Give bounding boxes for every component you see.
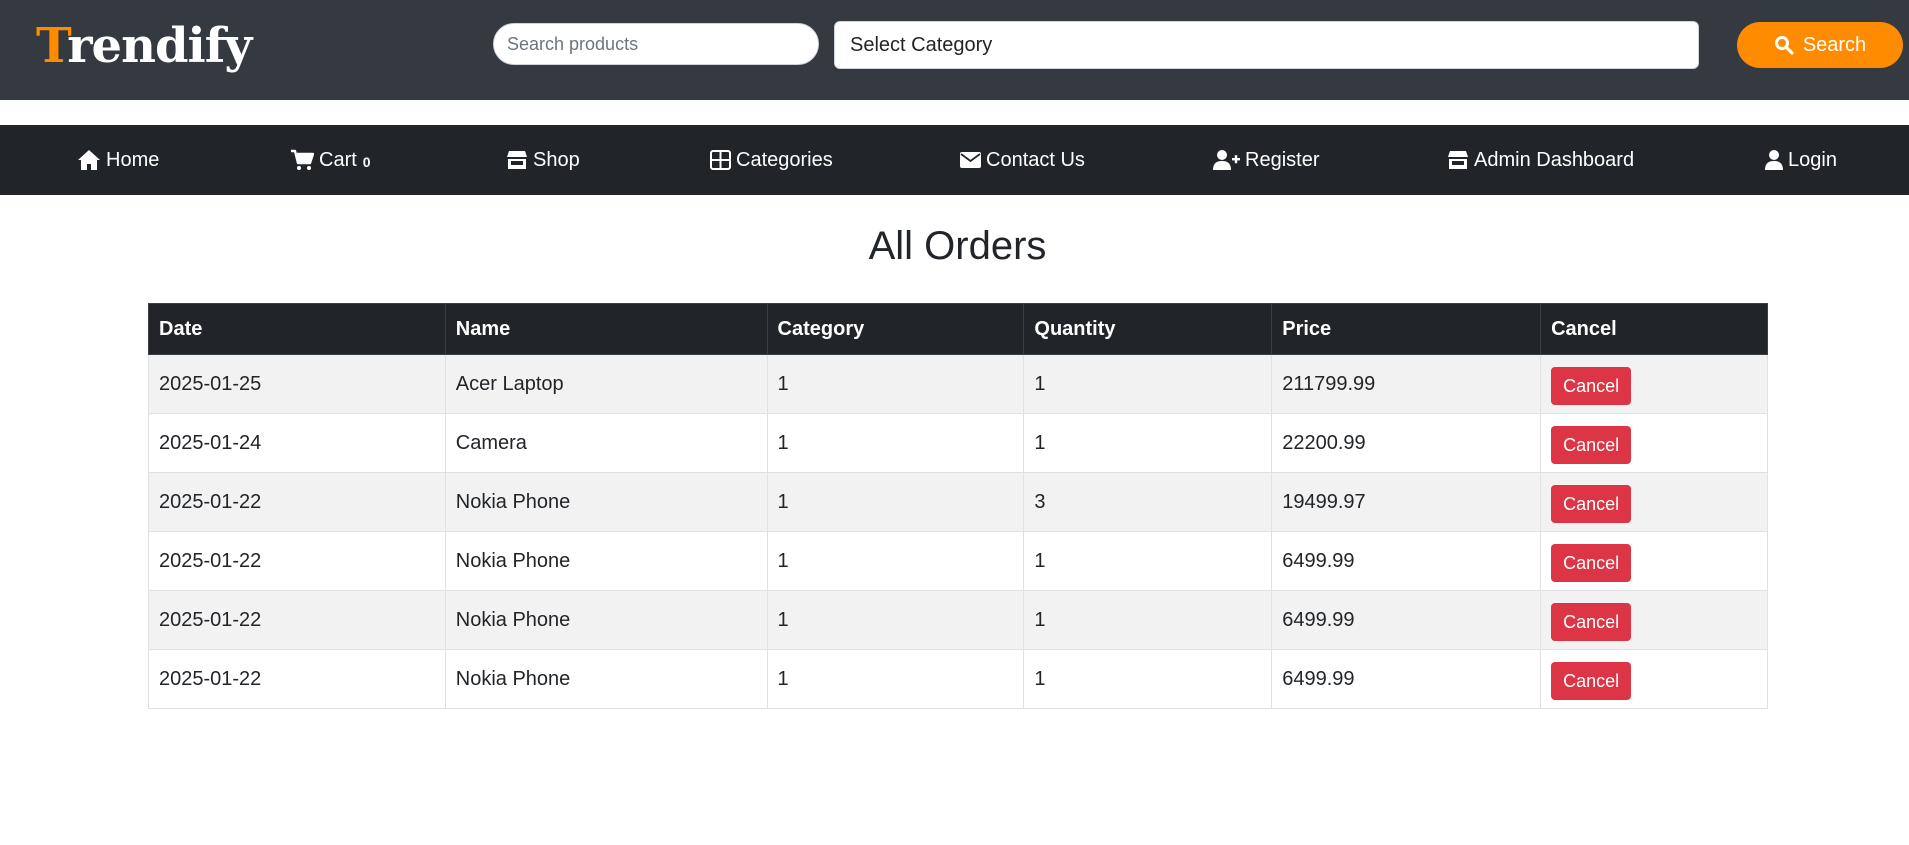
cancel-order-button[interactable]: Cancel: [1551, 662, 1632, 700]
shop-icon: [506, 149, 528, 171]
nav-categories-label: Categories: [736, 148, 833, 171]
nav-login-label: Login: [1788, 148, 1837, 171]
cell-category: 1: [766, 354, 1025, 414]
table-row: 2025-01-22 Nokia Phone 1 3 19499.97 Canc…: [148, 472, 1768, 532]
nav-shop-label: Shop: [533, 148, 580, 171]
cell-quantity: 1: [1023, 413, 1273, 473]
column-header-quantity: Quantity: [1023, 303, 1273, 355]
cancel-order-button[interactable]: Cancel: [1551, 426, 1632, 464]
top-header: Trendify Select Category Search: [0, 0, 1909, 100]
cell-cancel: Cancel: [1540, 413, 1768, 473]
nav-home-label: Home: [106, 148, 160, 171]
table-row: 2025-01-25 Acer Laptop 1 1 211799.99 Can…: [148, 354, 1768, 414]
cancel-order-button[interactable]: Cancel: [1551, 485, 1632, 523]
nav-home[interactable]: Home: [77, 125, 159, 195]
page-title: All Orders: [868, 224, 1047, 268]
cancel-order-button[interactable]: Cancel: [1551, 603, 1632, 641]
logo[interactable]: Trendify: [36, 16, 252, 76]
cell-price: 22200.99: [1271, 413, 1542, 473]
categories-icon: [710, 150, 731, 170]
cell-category: 1: [766, 649, 1025, 709]
table-row: 2025-01-24 Camera 1 1 22200.99 Cancel: [148, 413, 1768, 473]
cell-name: Nokia Phone: [444, 649, 768, 709]
cell-name: Nokia Phone: [444, 590, 768, 650]
table-row: 2025-01-22 Nokia Phone 1 1 6499.99 Cance…: [148, 531, 1768, 591]
cell-quantity: 1: [1023, 531, 1273, 591]
table-row: 2025-01-22 Nokia Phone 1 1 6499.99 Cance…: [148, 649, 1768, 709]
table-row: 2025-01-22 Nokia Phone 1 1 6499.99 Cance…: [148, 590, 1768, 650]
nav-cart-label: Cart: [319, 148, 357, 171]
nav-cart[interactable]: Cart 0: [290, 125, 371, 195]
logo-initial: T: [36, 18, 68, 74]
nav-categories[interactable]: Categories: [710, 125, 833, 195]
cell-date: 2025-01-22: [148, 590, 446, 650]
orders-table: Date Name Category Quantity Price Cancel…: [148, 303, 1768, 709]
store-icon: [1447, 149, 1469, 171]
cell-name: Nokia Phone: [444, 531, 768, 591]
cell-date: 2025-01-25: [148, 354, 446, 414]
column-header-date: Date: [148, 303, 446, 355]
user-plus-icon: [1213, 149, 1240, 171]
cell-name: Acer Laptop: [444, 354, 768, 414]
column-header-category: Category: [766, 303, 1025, 355]
cell-category: 1: [766, 531, 1025, 591]
cell-cancel: Cancel: [1540, 354, 1768, 414]
search-button[interactable]: Search: [1737, 22, 1903, 68]
cell-date: 2025-01-22: [148, 531, 446, 591]
cell-cancel: Cancel: [1540, 649, 1768, 709]
home-icon: [77, 149, 101, 171]
cart-icon: [290, 149, 314, 171]
cell-price: 19499.97: [1271, 472, 1542, 532]
logo-text: rendify: [67, 18, 252, 74]
nav-shop[interactable]: Shop: [506, 125, 580, 195]
nav-register[interactable]: Register: [1213, 125, 1319, 195]
table-header-row: Date Name Category Quantity Price Cancel: [148, 303, 1768, 355]
cancel-order-button[interactable]: Cancel: [1551, 367, 1632, 405]
cell-price: 6499.99: [1271, 531, 1542, 591]
cell-category: 1: [766, 590, 1025, 650]
cell-quantity: 3: [1023, 472, 1273, 532]
cell-price: 6499.99: [1271, 649, 1542, 709]
cart-count-badge: 0: [362, 154, 371, 170]
cell-date: 2025-01-22: [148, 472, 446, 532]
cell-price: 211799.99: [1271, 354, 1542, 414]
column-header-name: Name: [444, 303, 768, 355]
cell-name: Nokia Phone: [444, 472, 768, 532]
search-icon: [1774, 35, 1794, 55]
column-header-cancel: Cancel: [1540, 303, 1768, 355]
cell-quantity: 1: [1023, 354, 1273, 414]
nav-admin-label: Admin Dashboard: [1474, 148, 1635, 171]
nav-register-label: Register: [1245, 148, 1320, 171]
cell-date: 2025-01-24: [148, 413, 446, 473]
nav-contact-label: Contact Us: [986, 148, 1085, 171]
cell-category: 1: [766, 413, 1025, 473]
cancel-order-button[interactable]: Cancel: [1551, 544, 1632, 582]
cell-cancel: Cancel: [1540, 531, 1768, 591]
cell-price: 6499.99: [1271, 590, 1542, 650]
category-select[interactable]: Select Category: [834, 21, 1699, 69]
cell-quantity: 1: [1023, 590, 1273, 650]
cell-cancel: Cancel: [1540, 590, 1768, 650]
envelope-icon: [960, 152, 981, 168]
nav-login[interactable]: Login: [1765, 125, 1837, 195]
nav-contact[interactable]: Contact Us: [960, 125, 1085, 195]
search-input[interactable]: [493, 23, 819, 65]
cell-date: 2025-01-22: [148, 649, 446, 709]
cell-name: Camera: [444, 413, 768, 473]
main-navbar: Home Cart 0 Shop Categories Contact Us R…: [0, 125, 1909, 195]
user-icon: [1765, 149, 1783, 171]
cell-quantity: 1: [1023, 649, 1273, 709]
search-button-label: Search: [1802, 33, 1867, 56]
cell-category: 1: [766, 472, 1025, 532]
nav-admin-dashboard[interactable]: Admin Dashboard: [1447, 125, 1634, 195]
cell-cancel: Cancel: [1540, 472, 1768, 532]
column-header-price: Price: [1271, 303, 1542, 355]
